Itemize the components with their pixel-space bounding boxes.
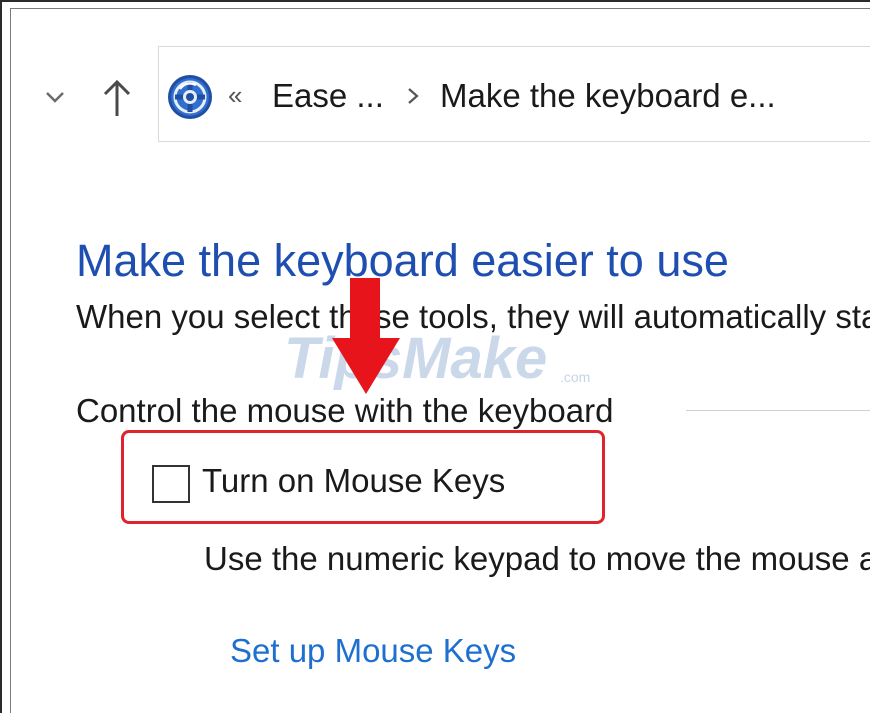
mouse-keys-checkbox-label[interactable]: Turn on Mouse Keys xyxy=(202,460,505,502)
page-title: Make the keyboard easier to use xyxy=(76,235,729,286)
up-arrow-icon[interactable] xyxy=(100,76,134,120)
mouse-keys-checkbox[interactable] xyxy=(152,465,190,503)
breadcrumb-item-ease-of-access[interactable]: Ease ... xyxy=(272,76,384,116)
ease-of-access-icon xyxy=(166,73,214,121)
recent-locations-chevron-icon[interactable] xyxy=(40,82,70,112)
chevron-right-icon[interactable] xyxy=(404,78,422,114)
setup-mouse-keys-link[interactable]: Set up Mouse Keys xyxy=(230,630,516,672)
annotation-down-arrow-icon xyxy=(330,278,402,396)
section-header: Control the mouse with the keyboard xyxy=(76,392,614,429)
breadcrumb-overflow[interactable]: « xyxy=(228,78,242,112)
section-divider xyxy=(686,410,870,411)
breadcrumb-item-current[interactable]: Make the keyboard e... xyxy=(440,76,776,116)
mouse-keys-helper-text: Use the numeric keypad to move the mouse… xyxy=(204,540,870,577)
page-description: When you select these tools, they will a… xyxy=(76,298,870,335)
